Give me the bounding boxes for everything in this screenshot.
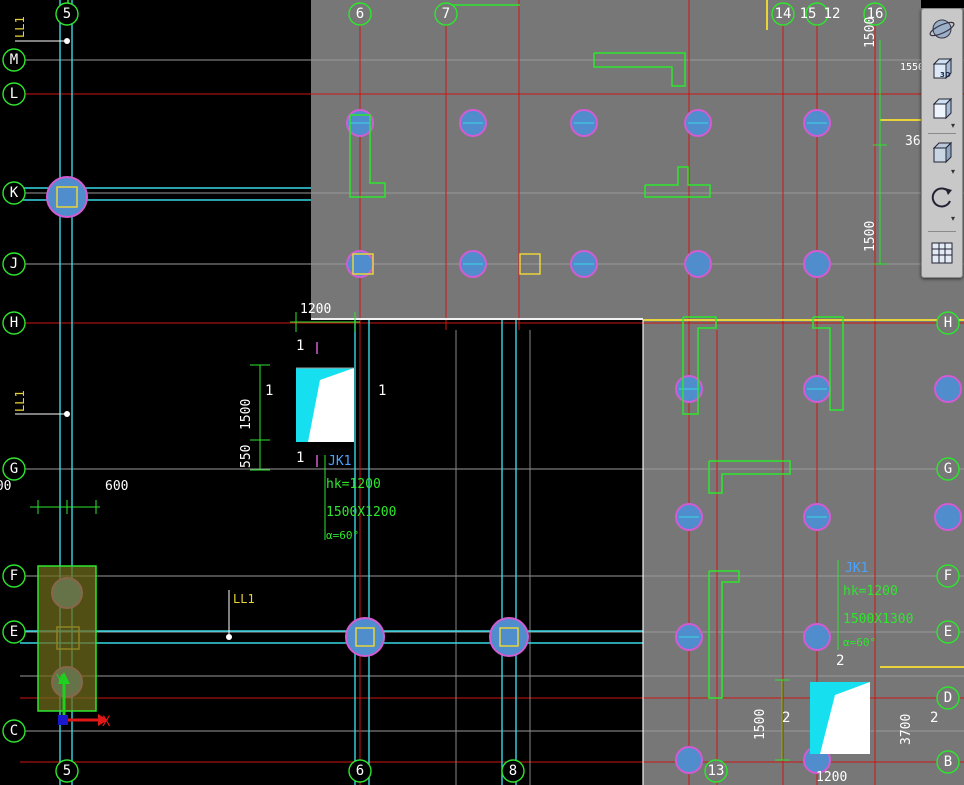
section-mark: 2 — [836, 653, 844, 669]
toolbar-separator — [928, 133, 956, 134]
slab-regions — [311, 0, 964, 785]
chevron-down-icon[interactable]: ▾ — [951, 214, 955, 223]
axis-label-e-right: E — [944, 624, 952, 640]
cube-shaded-icon — [932, 141, 953, 164]
axis-label-c: C — [10, 723, 18, 739]
dim-text: 600 — [0, 479, 11, 494]
axis-label-m: M — [10, 52, 18, 68]
table-view-button[interactable] — [926, 237, 958, 269]
section-mark: 1 — [265, 383, 273, 399]
dim-text: 36 — [905, 134, 921, 149]
ucs-x-label: X — [102, 714, 111, 730]
beam-label: LL1 — [233, 592, 255, 606]
axis-label-5-bottom: 5 — [63, 763, 71, 779]
axis-label-12: 12 — [824, 6, 841, 22]
section-mark: 1 — [296, 450, 304, 466]
pit-callout-size: 1500X1200 — [326, 505, 396, 520]
section-mark: 2 — [782, 710, 790, 726]
axis-label-l: L — [10, 86, 18, 102]
cube-view-icon — [932, 97, 953, 120]
dim-text: 1500 — [863, 17, 878, 48]
chevron-down-icon[interactable]: ▾ — [951, 121, 955, 130]
rotate-icon — [931, 187, 952, 208]
beam-label: LL1 — [13, 16, 27, 38]
orbit-globe-icon — [929, 19, 955, 39]
dim-text: 550 — [239, 445, 254, 468]
axis-label-d-right: D — [944, 690, 952, 706]
toolbar-separator — [928, 231, 956, 232]
axis-label-13-bottom: 13 — [708, 763, 725, 779]
pit-callout-name: JK1 — [845, 561, 868, 576]
table-icon — [931, 242, 953, 264]
dim-text: 1500 — [239, 399, 254, 430]
pit-callout-depth: hk=1200 — [843, 584, 898, 599]
dim-text: 600 — [105, 479, 128, 494]
leader-dots — [64, 38, 232, 640]
axis-label-j: J — [10, 256, 18, 272]
axis-label-f-right: F — [944, 568, 952, 584]
view-shaded-button[interactable] — [926, 137, 958, 169]
axis-label-b-right: B — [944, 754, 952, 770]
section-mark: 2 — [838, 737, 846, 753]
beam-label: LL1 — [13, 390, 27, 412]
rotate-button[interactable] — [926, 181, 958, 213]
axis-label-5: 5 — [63, 6, 71, 22]
leaders — [15, 40, 230, 637]
pit-callout-angle: α=60° — [326, 529, 359, 542]
view-3d-button[interactable]: 3D — [926, 53, 958, 85]
axis-label-k: K — [10, 185, 19, 201]
axis-label-h: H — [10, 315, 18, 331]
pile-cap[interactable] — [37, 565, 97, 712]
axis-label-7: 7 — [442, 6, 450, 22]
pit-callout-name: JK1 — [328, 454, 351, 469]
axis-label-6-bottom: 6 — [356, 763, 364, 779]
axis-label-g: G — [10, 461, 18, 477]
drawing-canvas[interactable]: M L K J H G F E C H G F E D B 5 6 7 14 1… — [0, 0, 964, 785]
dim-text: 1500 — [863, 221, 878, 252]
pit-callout-angle: α=60° — [843, 636, 876, 649]
dim-text: 1200 — [816, 770, 847, 785]
section-mark: 2 — [930, 710, 938, 726]
dim-text: 3700 — [899, 714, 914, 745]
navigation-toolbar: 3D ▾ ▾ ▾ — [921, 8, 963, 278]
pit-callout-depth: hk=1200 — [326, 477, 381, 492]
pit-callout-size: 1500X1300 — [843, 612, 913, 627]
axis-label-8-bottom: 8 — [509, 763, 517, 779]
axis-label-f: F — [10, 568, 18, 584]
dim-text: 1500 — [753, 709, 768, 740]
axis-label-h-right: H — [944, 315, 952, 331]
pit-symbol-left[interactable] — [296, 367, 354, 442]
axis-label-g-right: G — [944, 461, 952, 477]
dim-text: 1200 — [300, 302, 331, 317]
chevron-down-icon[interactable]: ▾ — [951, 167, 955, 176]
axis-label-6: 6 — [356, 6, 364, 22]
section-mark: 1 — [296, 338, 304, 354]
ucs-y-label: Y — [56, 672, 64, 686]
section-mark: 1 — [378, 383, 386, 399]
axis-label-e: E — [10, 624, 18, 640]
view-3d-label: 3D — [940, 71, 951, 79]
axis-label-14: 14 — [775, 6, 792, 22]
axis-label-15: 15 — [800, 6, 817, 22]
orbit-globe-button[interactable] — [926, 13, 958, 45]
